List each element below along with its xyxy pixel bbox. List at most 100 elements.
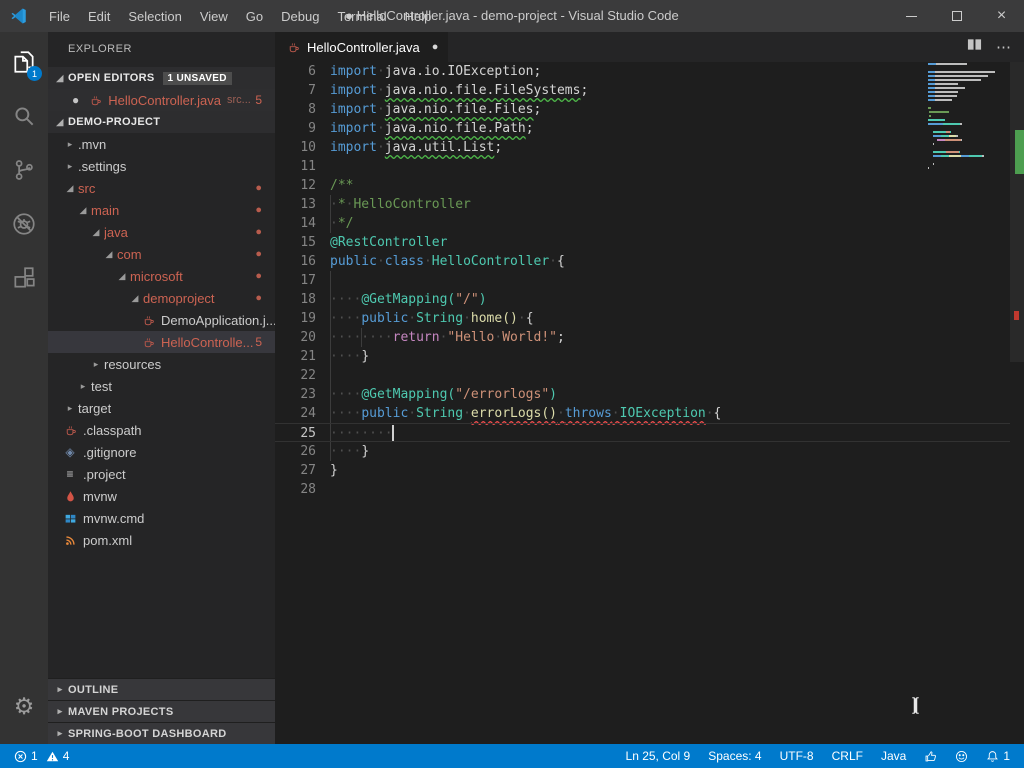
- tree-item-com[interactable]: ◢com●: [48, 243, 275, 265]
- activity-source-control-icon[interactable]: [0, 146, 48, 194]
- code-line[interactable]: 27}: [275, 461, 1010, 480]
- more-actions-icon[interactable]: ⋯: [996, 38, 1012, 56]
- unsaved-badge: 1 UNSAVED: [163, 72, 232, 85]
- code-line[interactable]: 26····}: [275, 442, 1010, 461]
- tree-item-label: mvnw: [83, 489, 117, 504]
- tree-item-resources[interactable]: ▸resources: [48, 353, 275, 375]
- modified-dot-icon: ●: [255, 204, 262, 216]
- feedback-smiley-icon[interactable]: [951, 750, 972, 763]
- split-editor-icon[interactable]: [967, 37, 982, 57]
- code-line[interactable]: 17: [275, 271, 1010, 290]
- project-section-header[interactable]: ◢ DEMO-PROJECT: [48, 111, 275, 133]
- vscode-logo-icon: [10, 7, 28, 25]
- code-line[interactable]: 20········return·"Hello·World!";: [275, 328, 1010, 347]
- activity-bar: 1 ⚙: [0, 32, 48, 744]
- code-line[interactable]: 19····public·String·home()·{: [275, 309, 1010, 328]
- menu-edit[interactable]: Edit: [79, 0, 119, 32]
- status-encoding[interactable]: UTF-8: [776, 749, 818, 763]
- vscode-window: FileEditSelectionViewGoDebugTerminalHelp…: [0, 0, 1024, 768]
- status-cursor-position[interactable]: Ln 25, Col 9: [622, 749, 695, 763]
- tree-item-microsoft[interactable]: ◢microsoft●: [48, 265, 275, 287]
- menu-debug[interactable]: Debug: [272, 0, 328, 32]
- tree-item-target[interactable]: ▸target: [48, 397, 275, 419]
- activity-search-icon[interactable]: [0, 92, 48, 140]
- code-line[interactable]: 22: [275, 366, 1010, 385]
- status-language-mode[interactable]: Java: [877, 749, 910, 763]
- activity-debug-icon[interactable]: [0, 200, 48, 248]
- tree-item-src[interactable]: ◢src●: [48, 177, 275, 199]
- menu-go[interactable]: Go: [237, 0, 272, 32]
- code-line[interactable]: 25········: [275, 423, 1010, 442]
- modified-dot-icon: ●: [255, 270, 262, 282]
- java-file-icon: [140, 312, 156, 328]
- line-number: 23: [275, 385, 316, 404]
- tree-item--project[interactable]: ≡.project: [48, 463, 275, 485]
- code-line[interactable]: 13·*·HelloController: [275, 195, 1010, 214]
- tab-hellocontroller[interactable]: HelloController.java ●: [275, 32, 448, 62]
- code-line[interactable]: 21····}: [275, 347, 1010, 366]
- editor-group: HelloController.java ● ⋯ 6import·java.io…: [275, 32, 1024, 744]
- status-eol[interactable]: CRLF: [828, 749, 867, 763]
- notifications-bell[interactable]: 1: [982, 749, 1014, 763]
- code-editor[interactable]: 6import·java.io.IOException;7import·java…: [275, 62, 1010, 744]
- tree-item--settings[interactable]: ▸.settings: [48, 155, 275, 177]
- window-controls: ×: [889, 0, 1024, 32]
- code-line[interactable]: 15@RestController: [275, 233, 1010, 252]
- tree-item-label: .classpath: [83, 423, 142, 438]
- settings-gear-icon[interactable]: ⚙: [0, 682, 48, 730]
- code-line[interactable]: 18····@GetMapping("/"): [275, 290, 1010, 309]
- tree-item-test[interactable]: ▸test: [48, 375, 275, 397]
- line-number: 13: [275, 195, 316, 214]
- tree-item-demoproject[interactable]: ◢demoproject●: [48, 287, 275, 309]
- tree-item--mvn[interactable]: ▸.mvn: [48, 133, 275, 155]
- tree-item-mvnw-cmd[interactable]: mvnw.cmd: [48, 507, 275, 529]
- pane-header-outline[interactable]: ▸OUTLINE: [48, 678, 275, 700]
- pane-header-spring-boot-dashboard[interactable]: ▸SPRING-BOOT DASHBOARD: [48, 722, 275, 744]
- line-number: 8: [275, 100, 316, 119]
- tree-item-main[interactable]: ◢main●: [48, 199, 275, 221]
- minimize-button[interactable]: [889, 0, 934, 32]
- code-line[interactable]: 10import·java.util.List;: [275, 138, 1010, 157]
- code-line[interactable]: 23····@GetMapping("/errorlogs"): [275, 385, 1010, 404]
- code-line[interactable]: 28: [275, 480, 1010, 499]
- tree-item-demoapplication-j-[interactable]: DemoApplication.j...: [48, 309, 275, 331]
- menu-view[interactable]: View: [191, 0, 237, 32]
- code-line[interactable]: 7import·java.nio.file.FileSystems;: [275, 81, 1010, 100]
- problems-indicator[interactable]: 1 4: [10, 749, 73, 763]
- thumbs-up-icon[interactable]: [920, 750, 941, 763]
- java-file-icon: [87, 92, 103, 108]
- tree-item--gitignore[interactable]: ◈.gitignore: [48, 441, 275, 463]
- chevron-collapsed-icon: ▸: [52, 728, 68, 739]
- code-line[interactable]: 9import·java.nio.file.Path;: [275, 119, 1010, 138]
- line-number: 26: [275, 442, 316, 461]
- maximize-button[interactable]: [934, 0, 979, 32]
- activity-explorer-icon[interactable]: 1: [0, 38, 48, 86]
- pane-header-maven-projects[interactable]: ▸MAVEN PROJECTS: [48, 700, 275, 722]
- tree-item--classpath[interactable]: .classpath: [48, 419, 275, 441]
- minimap[interactable]: [928, 62, 1010, 180]
- code-line[interactable]: 24····public·String·errorLogs()·throws·I…: [275, 404, 1010, 423]
- menu-file[interactable]: File: [40, 0, 79, 32]
- dirty-indicator-icon[interactable]: ●: [432, 41, 439, 53]
- open-editors-header[interactable]: ◢ OPEN EDITORS 1 UNSAVED: [48, 67, 275, 89]
- pane-title: OUTLINE: [68, 684, 118, 696]
- code-line[interactable]: 6import·java.io.IOException;: [275, 62, 1010, 81]
- chevron-expanded-icon: ◢: [52, 73, 68, 84]
- code-line[interactable]: 8import·java.nio.file.Files;: [275, 100, 1010, 119]
- tree-item-java[interactable]: ◢java●: [48, 221, 275, 243]
- menu-selection[interactable]: Selection: [119, 0, 190, 32]
- close-button[interactable]: ×: [979, 0, 1024, 32]
- status-indentation[interactable]: Spaces: 4: [704, 749, 765, 763]
- code-line[interactable]: 12/**: [275, 176, 1010, 195]
- tree-item-label: target: [78, 401, 111, 416]
- open-editor-item[interactable]: ●HelloController.javasrc...5: [48, 89, 275, 111]
- code-line[interactable]: 16public·class·HelloController·{: [275, 252, 1010, 271]
- tree-item-pom-xml[interactable]: pom.xml: [48, 529, 275, 551]
- code-line[interactable]: 14·*/: [275, 214, 1010, 233]
- activity-extensions-icon[interactable]: [0, 254, 48, 302]
- tree-item-mvnw[interactable]: mvnw: [48, 485, 275, 507]
- code-line[interactable]: 11: [275, 157, 1010, 176]
- tree-item-hellocontrolle-[interactable]: HelloControlle...5: [48, 331, 275, 353]
- tree-item-label: .gitignore: [83, 445, 136, 460]
- line-number: 18: [275, 290, 316, 309]
